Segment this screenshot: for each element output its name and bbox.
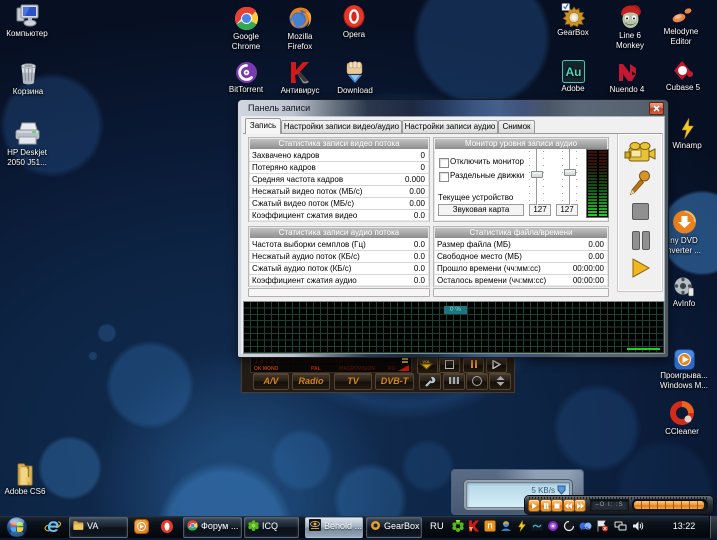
svg-text:VOL: VOL [422,359,431,364]
svg-text:П: П [487,524,492,531]
svg-text:Au: Au [565,65,581,79]
